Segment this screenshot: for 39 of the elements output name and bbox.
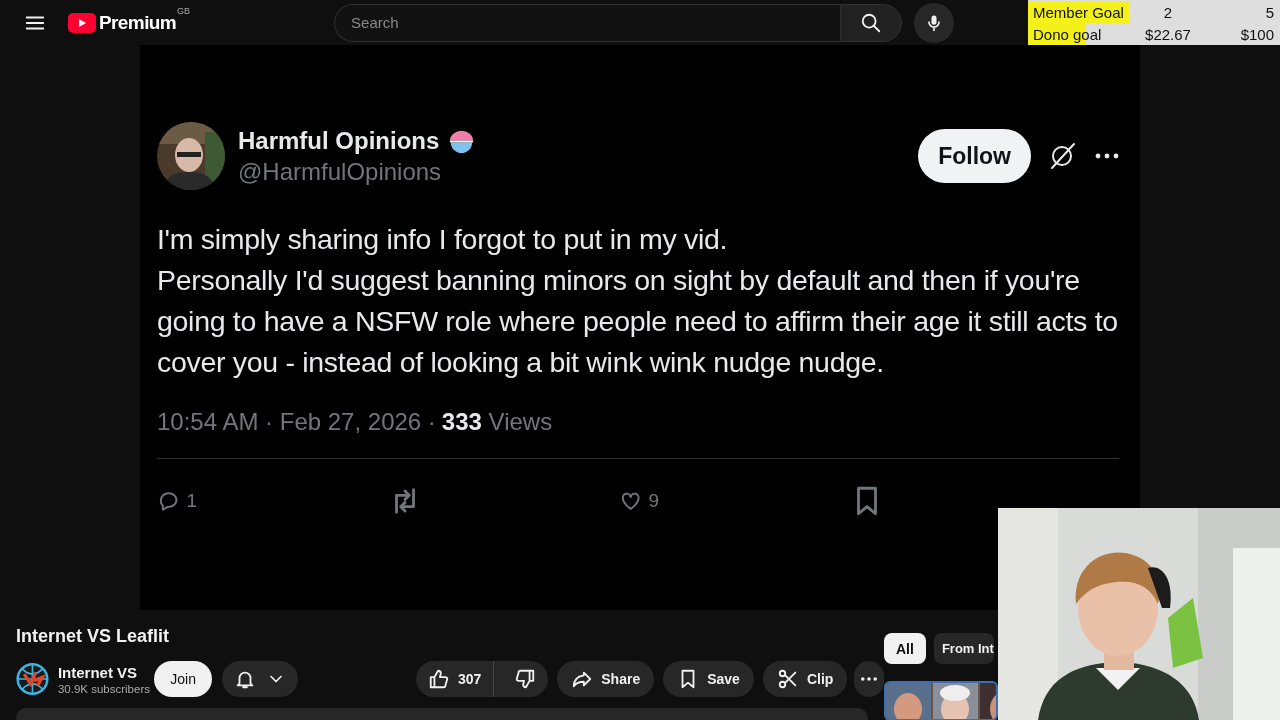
search-button[interactable]	[840, 3, 903, 42]
more-button[interactable]	[854, 661, 884, 697]
region-label: GB	[177, 5, 191, 16]
thumbs-up-icon	[427, 668, 450, 690]
save-button[interactable]: Save	[663, 661, 754, 697]
scissors-icon	[776, 668, 799, 690]
more-icon	[861, 677, 878, 681]
video-title: Internet VS Leaflit	[16, 625, 171, 648]
action-count: 9	[648, 490, 659, 512]
filter-chip[interactable]: From Int	[933, 633, 994, 664]
account-handle[interactable]: @HarmfulOpinions	[238, 157, 919, 186]
join-button[interactable]: Join	[154, 661, 212, 697]
channel-name[interactable]: Internet VS	[57, 663, 155, 681]
follow-button[interactable]: Follow	[918, 129, 1031, 183]
tweet-text: Personally I'd suggest banning minors on sight by default and then if you're going to have a NSFW role where people need to affirm their age it still acts to cover you - instead of looking a bit wink wink nudge nudge.	[157, 263, 1119, 380]
subscriber-count: 30.9K subscribers	[57, 682, 151, 695]
like-button[interactable]: 307	[415, 661, 495, 697]
notifications-button[interactable]	[221, 661, 298, 697]
action-count: 1	[186, 490, 197, 512]
filter-chip[interactable]: All	[884, 633, 926, 664]
goal-current: $22.67	[1144, 25, 1192, 43]
search-icon	[860, 11, 883, 34]
goal-label: Member Goal	[1033, 3, 1125, 21]
logo-text[interactable]: Premium	[99, 11, 177, 34]
goal-target: 5	[1264, 3, 1274, 21]
like-action[interactable]: 9	[619, 484, 659, 518]
play-logo-icon[interactable]	[68, 12, 96, 33]
goal-current: 2	[1162, 3, 1174, 21]
goal-target: $100	[1239, 25, 1274, 43]
search-field[interactable]: Search	[334, 3, 841, 42]
share-button[interactable]: Share	[557, 661, 655, 697]
view-count: 333 Views	[441, 408, 553, 436]
tweet-text: I'm simply sharing info I forgot to put in my vid.	[157, 222, 729, 257]
thumbs-down-icon	[514, 668, 537, 690]
tweet-timestamp[interactable]: 10:54 AM · Feb 27, 2026 ·	[157, 408, 436, 436]
reply-action[interactable]: 1	[157, 484, 197, 518]
more-icon[interactable]	[1095, 153, 1119, 159]
clip-button[interactable]: Clip	[762, 661, 848, 697]
account-name[interactable]: Harmful Opinions	[238, 127, 440, 155]
